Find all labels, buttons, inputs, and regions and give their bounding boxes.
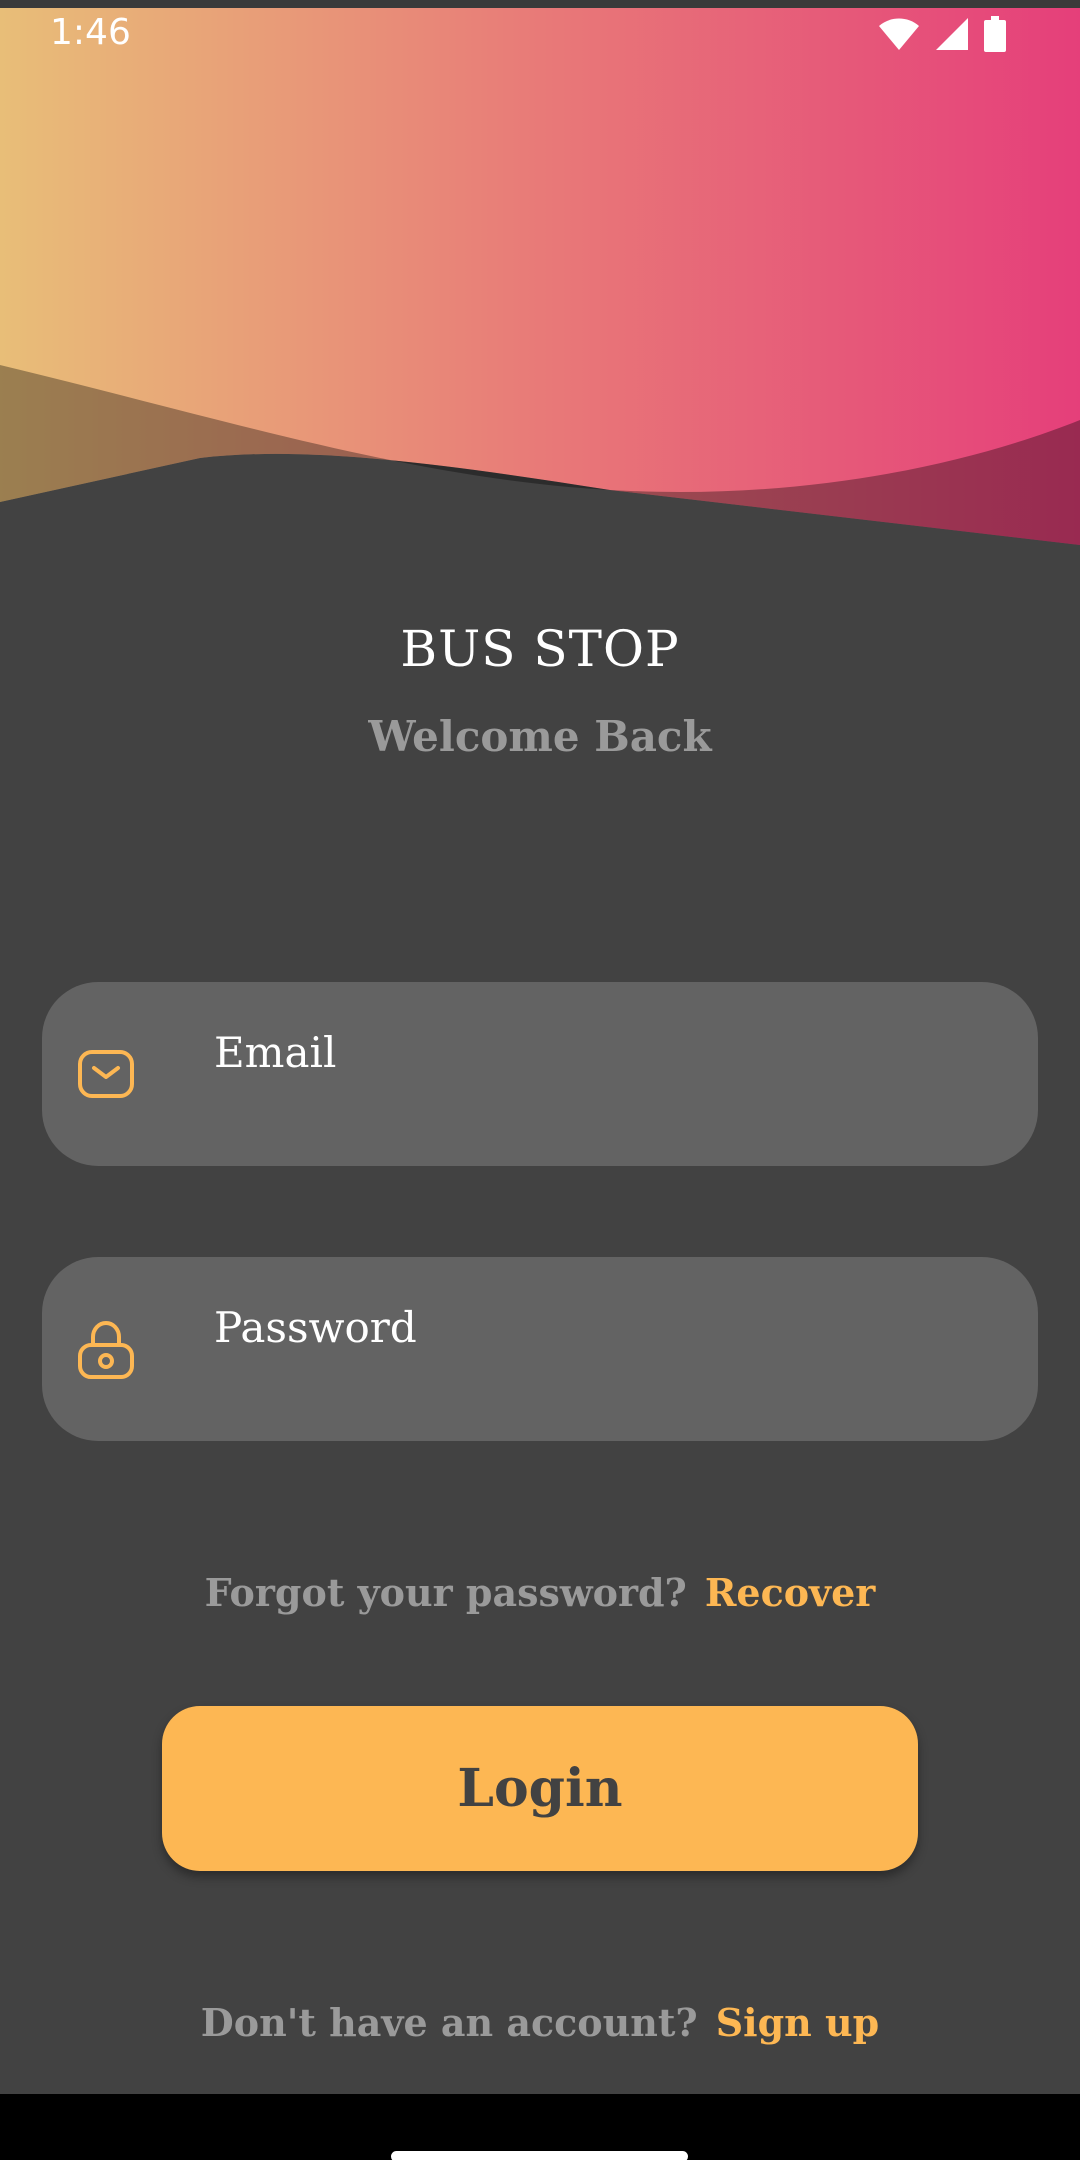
forgot-password-row: Forgot your password? Recover bbox=[0, 1570, 1080, 1615]
cellular-signal-icon bbox=[936, 18, 968, 50]
recover-link[interactable]: Recover bbox=[705, 1570, 876, 1615]
home-gesture-handle[interactable] bbox=[391, 2151, 688, 2160]
wifi-icon bbox=[879, 18, 919, 50]
password-field[interactable] bbox=[42, 1257, 1038, 1441]
status-icons bbox=[878, 14, 1006, 54]
login-screen: 1:46 BUS STOP Welcome Back Email Forgot … bbox=[0, 0, 1080, 2160]
envelope-icon bbox=[78, 1050, 134, 1098]
battery-icon bbox=[984, 16, 1006, 52]
signup-prompt: Don't have an account? bbox=[200, 2000, 698, 2045]
status-time: 1:46 bbox=[50, 12, 131, 53]
email-input[interactable] bbox=[214, 1022, 974, 1082]
signup-row: Don't have an account? Sign up bbox=[0, 2000, 1080, 2045]
welcome-subtitle: Welcome Back bbox=[368, 712, 712, 761]
signup-link[interactable]: Sign up bbox=[716, 2000, 880, 2045]
forgot-password-prompt: Forgot your password? bbox=[204, 1570, 687, 1615]
email-field[interactable] bbox=[42, 982, 1038, 1166]
password-input[interactable] bbox=[214, 1297, 974, 1357]
login-button[interactable]: Login bbox=[162, 1706, 918, 1871]
app-title: BUS STOP bbox=[400, 620, 680, 678]
header-gradient-wave bbox=[0, 0, 1080, 545]
lock-icon bbox=[78, 1320, 134, 1379]
top-edge bbox=[0, 0, 1080, 8]
status-bar: 1:46 bbox=[0, 8, 1080, 68]
